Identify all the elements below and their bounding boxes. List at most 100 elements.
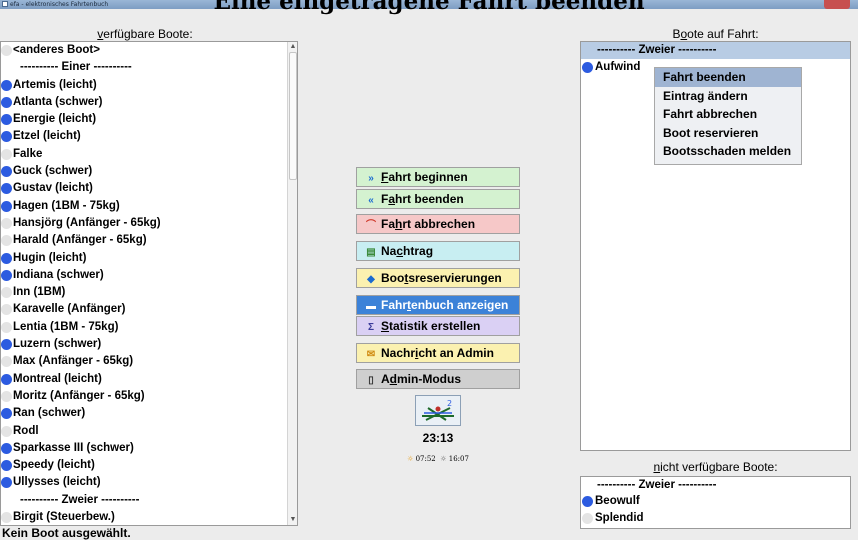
list-item[interactable]: Luzern (schwer) — [1, 336, 297, 353]
boat-status-icon — [1, 442, 12, 454]
start-trip-button[interactable]: » Fahrt beginnen — [356, 167, 520, 187]
boat-name: <anderes Boot> — [13, 44, 100, 56]
list-item[interactable]: Karavelle (Anfänger) — [1, 301, 297, 318]
list-item[interactable]: Moritz (Anfänger - 65kg) — [1, 388, 297, 405]
label: Fa — [381, 217, 396, 231]
boat-status-icon — [582, 496, 593, 507]
list-item[interactable]: Harald (Anfänger - 65kg) — [1, 232, 297, 249]
list-item[interactable]: Atlanta (schwer) — [1, 94, 297, 111]
available-boats-scrollbar[interactable]: ▲ ▼ — [287, 42, 297, 525]
boat-reservations-button[interactable]: ◆ Bootsreservierungen — [356, 268, 520, 288]
list-item[interactable]: Birgit (Steuerbew.) — [1, 509, 297, 525]
menu-item-edit-entry[interactable]: Eintrag ändern — [655, 87, 801, 106]
late-entry-button[interactable]: ▤ Nachtrag — [356, 241, 520, 261]
boat-name: Lentia (1BM - 75kg) — [13, 320, 119, 333]
close-window-button[interactable] — [824, 0, 850, 9]
list-item[interactable]: Speedy (leicht) — [1, 457, 297, 474]
show-logbook-button[interactable]: ▬ Fahrtenbuch anzeigen — [356, 295, 520, 315]
boat-status-icon — [1, 131, 12, 143]
list-item[interactable]: Hugin (leicht) — [1, 250, 297, 267]
list-item[interactable]: Falke — [1, 146, 297, 163]
boat-status-icon — [1, 166, 12, 178]
create-statistics-button[interactable]: Σ Statistik erstellen — [356, 316, 520, 336]
context-menu[interactable]: Fahrt beenden Eintrag ändern Fahrt abbre… — [654, 67, 802, 165]
list-item[interactable]: Hagen (1BM - 75kg) — [1, 198, 297, 215]
boat-name: Inn (1BM) — [13, 286, 66, 299]
clock: 23:13 — [422, 431, 454, 445]
boat-name: Falke — [13, 147, 43, 160]
list-item[interactable]: Hansjörg (Anfänger - 65kg) — [1, 215, 297, 232]
message-admin-button[interactable]: ✉ Nachricht an Admin — [356, 343, 520, 363]
scrollbar-thumb[interactable] — [289, 52, 297, 180]
boat-name: Beowulf — [595, 495, 640, 507]
menu-item-report-damage[interactable]: Bootsschaden melden — [655, 142, 801, 161]
group-separator[interactable]: ---------- Zweier ---------- — [1, 492, 297, 509]
boat-name: Karavelle (Anfänger) — [13, 303, 126, 316]
label: ahrt beginnen — [388, 170, 468, 184]
heading-text: icht verfügbare Boote: — [660, 460, 778, 474]
sun-times: ☼ 07:52 ☼ 16:07 — [356, 455, 520, 463]
list-item[interactable]: Gustav (leicht) — [1, 180, 297, 197]
boat-name: Moritz (Anfänger - 65kg) — [13, 389, 145, 402]
menu-item-abort-trip[interactable]: Fahrt abbrechen — [655, 105, 801, 124]
abort-trip-button[interactable]: ⌒ Fahrt abbrechen — [356, 214, 520, 234]
boat-name: Hagen (1BM - 75kg) — [13, 199, 120, 212]
list-item[interactable]: Etzel (leicht) — [1, 128, 297, 145]
list-item[interactable]: Ran (schwer) — [1, 405, 297, 422]
label: tatistik erstellen — [389, 319, 481, 333]
sunrise-icon: ☼ — [407, 455, 414, 463]
boat-name: Artemis (leicht) — [13, 78, 97, 91]
list-item[interactable]: Ullysses (leicht) — [1, 474, 297, 491]
list-item[interactable]: Montreal (leicht) — [1, 371, 297, 388]
boat-name: Guck (schwer) — [13, 165, 93, 178]
list-item[interactable]: Splendid — [581, 510, 850, 527]
unavailable-boats-list[interactable]: ---------- Zweier ---------- Beowulf Spl… — [580, 476, 851, 529]
boat-name: Montreal (leicht) — [13, 372, 102, 385]
efa-logo[interactable]: 2 — [415, 395, 461, 426]
list-item[interactable]: Sparkasse III (schwer) — [1, 440, 297, 457]
list-item[interactable]: Max (Anfänger - 65kg) — [1, 353, 297, 370]
boat-name: Atlanta (schwer) — [13, 95, 103, 108]
mnemonic: d — [389, 372, 398, 386]
list-item[interactable]: Inn (1BM) — [1, 284, 297, 301]
app-icon — [2, 1, 8, 7]
boat-status-icon — [1, 235, 12, 247]
boat-name: Rodl — [13, 424, 39, 437]
boat-status-icon — [1, 460, 12, 472]
boat-status-icon — [1, 269, 12, 281]
boat-status-icon — [582, 62, 593, 73]
scroll-up-icon[interactable]: ▲ — [288, 42, 297, 52]
scroll-down-icon[interactable]: ▼ — [288, 515, 297, 525]
menu-item-end-trip[interactable]: Fahrt beenden — [655, 68, 801, 87]
label: Na — [381, 244, 397, 258]
group-separator[interactable]: ---------- Einer ---------- — [1, 59, 297, 76]
list-item[interactable]: Guck (schwer) — [1, 163, 297, 180]
list-item[interactable]: Beowulf — [581, 493, 850, 510]
list-item[interactable]: Indiana (schwer) — [1, 267, 297, 284]
boat-name: Ran (schwer) — [13, 407, 86, 420]
boat-status-icon — [582, 513, 593, 524]
boat-status-icon — [1, 45, 12, 56]
list-item[interactable]: Artemis (leicht) — [1, 77, 297, 94]
unavailable-boats-heading: nicht verfügbare Boote: — [580, 460, 851, 474]
lock-icon: ▯ — [368, 375, 374, 386]
admin-mode-button[interactable]: ▯ Admin-Modus — [356, 369, 520, 389]
list-item[interactable]: Lentia (1BM - 75kg) — [1, 319, 297, 336]
label: cht an Admin — [418, 346, 494, 360]
end-trip-button[interactable]: «Fahrt beenden — [356, 189, 520, 209]
label: Fahr — [381, 298, 408, 312]
boat-status-icon — [1, 373, 12, 385]
boat-name: Hugin (leicht) — [13, 251, 87, 264]
boat-status-icon — [1, 512, 12, 524]
abort-icon: ⌒ — [366, 220, 376, 231]
menu-item-reserve-boat[interactable]: Boot reservieren — [655, 124, 801, 143]
list-item[interactable]: <anderes Boot> — [1, 42, 297, 59]
list-item[interactable]: Energie (leicht) — [1, 111, 297, 128]
boat-name: ---------- Einer ---------- — [20, 61, 132, 74]
rowing-logo-icon: 2 — [422, 399, 454, 421]
boats-on-trip-heading: Boote auf Fahrt: — [580, 27, 851, 41]
arrow-right-icon: » — [368, 173, 374, 184]
list-item[interactable]: Rodl — [1, 423, 297, 440]
boat-status-icon — [1, 339, 12, 351]
available-boats-list[interactable]: <anderes Boot> ---------- Einer ---------… — [0, 41, 298, 526]
